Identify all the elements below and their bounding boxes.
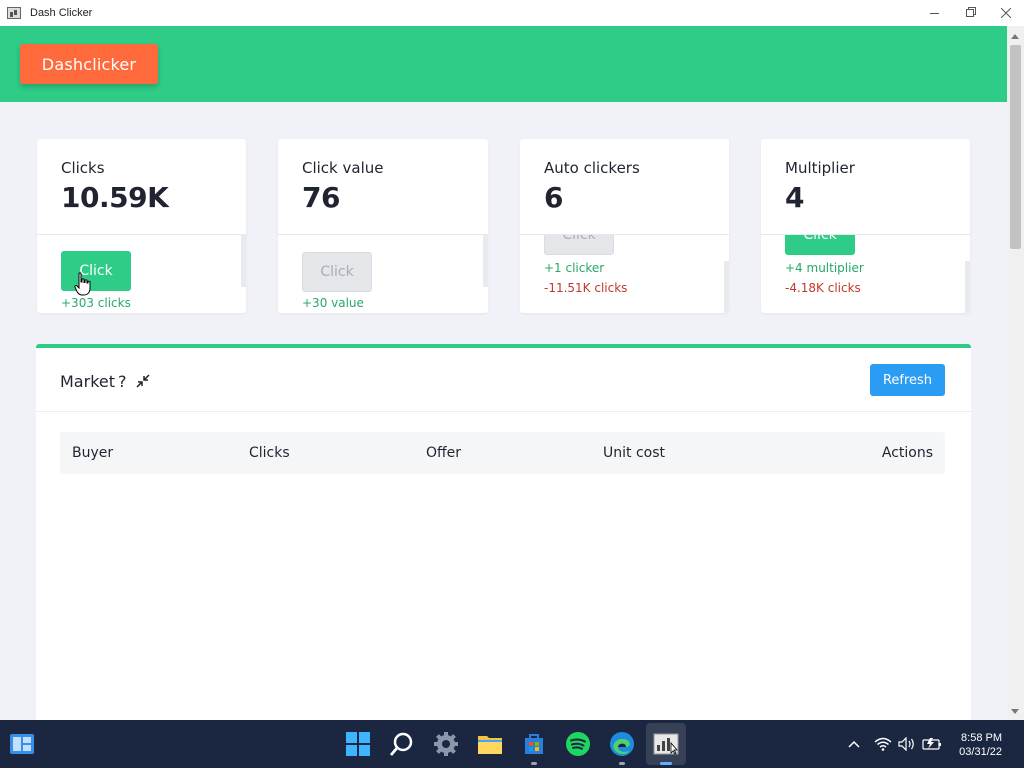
card-scrollbar[interactable]: [965, 261, 970, 313]
column-buyer[interactable]: Buyer: [72, 445, 113, 461]
widgets-icon[interactable]: [8, 730, 36, 758]
dash-clicker-app-icon[interactable]: [652, 730, 680, 758]
search-icon[interactable]: [388, 730, 416, 758]
window-title: Dash Clicker: [30, 7, 93, 19]
card-label: Clicks: [61, 159, 105, 177]
card-label: Click value: [302, 159, 384, 177]
card-header: Multiplier 4: [761, 139, 970, 235]
maximize-button[interactable]: [952, 0, 988, 26]
card-value: 76: [302, 181, 340, 214]
taskbar-clock[interactable]: 8:58 PM 03/31/22: [959, 731, 1002, 759]
volume-icon[interactable]: [898, 720, 916, 768]
brand-logo[interactable]: Dashclicker: [20, 44, 158, 84]
click-button[interactable]: Click: [61, 251, 131, 291]
scroll-thumb[interactable]: [1010, 45, 1021, 249]
scroll-up-arrow-icon[interactable]: [1011, 34, 1019, 39]
multiplier-card: Multiplier 4 Click +4 multiplier -4.18K …: [761, 139, 970, 313]
file-explorer-icon[interactable]: [476, 730, 504, 758]
card-header: Auto clickers 6: [520, 139, 729, 235]
edge-browser-icon[interactable]: [608, 730, 636, 758]
card-header: Click value 76: [278, 139, 488, 235]
card-header: Clicks 10.59K: [37, 139, 246, 235]
app-icon: [7, 7, 21, 19]
clock-date: 03/31/22: [959, 746, 1002, 758]
wifi-icon[interactable]: [874, 720, 892, 768]
minimize-button[interactable]: [916, 0, 952, 26]
market-title: Market: [60, 372, 115, 391]
column-offer[interactable]: Offer: [426, 445, 461, 461]
collapse-icon[interactable]: [136, 374, 150, 388]
upgrade-click-value-button[interactable]: Click: [302, 252, 372, 292]
click-gain-text: +303 clicks: [61, 296, 131, 310]
card-scrollbar[interactable]: [724, 261, 729, 313]
close-icon: [1001, 8, 1011, 18]
spotify-icon[interactable]: [564, 730, 592, 758]
column-actions[interactable]: Actions: [882, 445, 933, 461]
start-windows-icon[interactable]: [344, 730, 372, 758]
market-table-header: Buyer Clicks Offer Unit cost Actions: [60, 432, 945, 474]
auto-clickers-card: Auto clickers 6 Click +1 clicker -11.51K…: [520, 139, 729, 313]
card-label: Auto clickers: [544, 159, 640, 177]
card-label: Multiplier: [785, 159, 855, 177]
close-button[interactable]: [988, 0, 1024, 26]
clock-time: 8:58 PM: [961, 732, 1002, 744]
card-value: 10.59K: [61, 181, 169, 214]
auto-clicker-gain-text: +1 clicker: [544, 261, 605, 275]
hand-cursor-icon: [74, 272, 91, 296]
active-indicator: [660, 762, 672, 765]
click-value-card: Click value 76 Click +30 value: [278, 139, 488, 313]
scroll-down-arrow-icon[interactable]: [1011, 709, 1019, 714]
card-value: 4: [785, 181, 804, 214]
app-header: Dashclicker: [0, 26, 1007, 102]
clicks-card: Clicks 10.59K Click +303 clicks: [37, 139, 246, 313]
window-titlebar: Dash Clicker: [0, 0, 1024, 26]
app-viewport: Dashclicker Clicks 10.59K Click +303 cli…: [0, 26, 1007, 720]
tray-overflow-chevron-icon[interactable]: [848, 720, 860, 768]
microsoft-store-icon[interactable]: [520, 730, 548, 758]
value-gain-text: +30 value: [302, 296, 364, 310]
market-panel: Market ? Refresh Buyer Clicks Offer Unit…: [36, 344, 971, 720]
multiplier-cost-text: -4.18K clicks: [785, 281, 861, 295]
market-header: Market ? Refresh: [36, 348, 971, 412]
card-scrollbar[interactable]: [483, 235, 488, 287]
multiplier-gain-text: +4 multiplier: [785, 261, 864, 275]
taskbar: 8:58 PM 03/31/22: [0, 720, 1024, 768]
running-indicator: [531, 762, 537, 765]
column-clicks[interactable]: Clicks: [249, 445, 290, 461]
battery-icon[interactable]: [922, 720, 942, 768]
column-unit-cost[interactable]: Unit cost: [603, 445, 665, 461]
card-scrollbar[interactable]: [241, 235, 246, 287]
running-indicator: [619, 762, 625, 765]
settings-gear-icon[interactable]: [432, 730, 460, 758]
market-help-icon[interactable]: ?: [118, 372, 127, 391]
refresh-button[interactable]: Refresh: [870, 364, 945, 396]
auto-clicker-cost-text: -11.51K clicks: [544, 281, 628, 295]
card-value: 6: [544, 181, 563, 214]
window-scrollbar[interactable]: [1007, 26, 1024, 720]
